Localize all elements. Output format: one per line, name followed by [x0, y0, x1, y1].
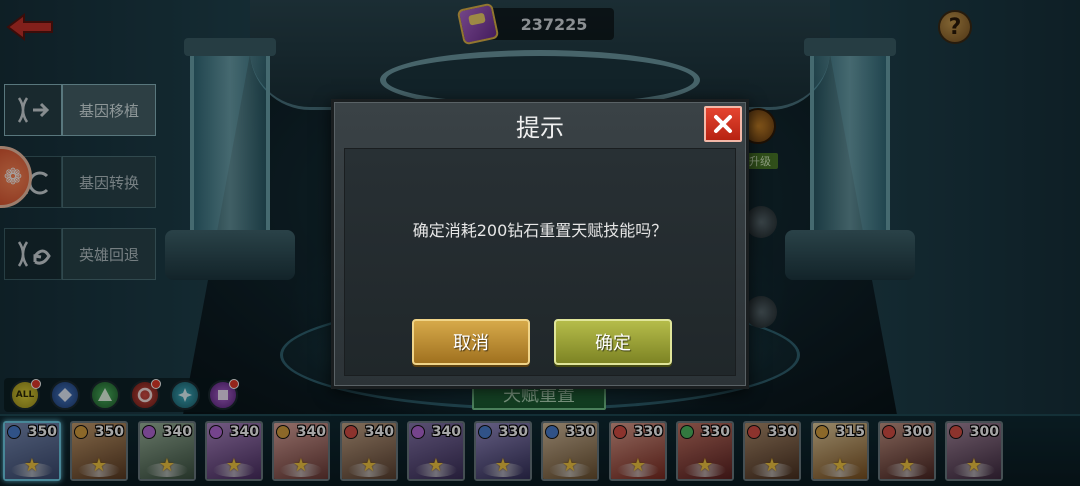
- close-icon: [714, 115, 732, 133]
- reset-confirm-dialog: 提示 确定消耗200钻石重置天赋技能吗？ 取消 确定: [331, 99, 749, 389]
- dialog-message: 确定消耗200钻石重置天赋技能吗？: [412, 221, 668, 240]
- confirm-button[interactable]: 确定: [554, 319, 672, 365]
- dialog-close-button[interactable]: [704, 106, 742, 142]
- cancel-button[interactable]: 取消: [412, 319, 530, 365]
- dialog-title: 提示: [516, 113, 564, 142]
- dialog-body: 确定消耗200钻石重置天赋技能吗？ 取消 确定: [344, 148, 736, 376]
